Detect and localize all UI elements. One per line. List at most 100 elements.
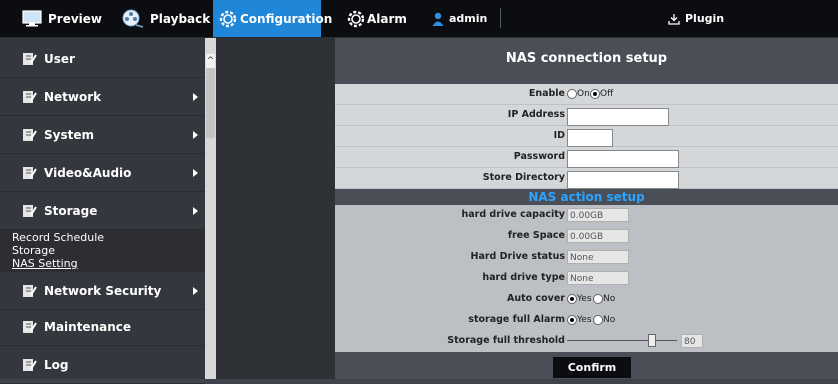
sidebar: User Network System Video&Audio Storage …: [0, 38, 216, 384]
row-auto-cover: Auto cover Yes No: [335, 289, 838, 310]
plugin-button[interactable]: Plugin: [668, 0, 724, 37]
enable-label: Enable: [528, 88, 565, 99]
nas-connection-title: NAS connection setup: [505, 51, 668, 66]
row-id: ID: [335, 126, 838, 147]
sidebar-item-network-security[interactable]: Network Security: [0, 272, 205, 310]
content-left-gutter: [216, 38, 335, 379]
tab-configuration-label: Configuration: [240, 11, 333, 26]
chevron-right-icon: [193, 169, 198, 177]
tab-playback[interactable]: Playback: [122, 0, 210, 37]
sidebar-item-label: Network Security: [44, 283, 162, 298]
id-input[interactable]: [567, 129, 613, 147]
password-input[interactable]: [567, 150, 679, 168]
user-menu[interactable]: admin: [432, 0, 487, 37]
password-label: Password: [513, 151, 565, 162]
main-content: NAS connection setup Enable On Off IP Ad…: [216, 38, 838, 379]
free-space-value: 0.00GB: [567, 229, 629, 243]
download-icon: [668, 13, 680, 25]
enable-on-radio[interactable]: [567, 89, 577, 99]
sidebar-scrollbar[interactable]: ^: [205, 38, 216, 379]
gear-icon: [219, 10, 237, 28]
threshold-slider-thumb[interactable]: [648, 334, 656, 347]
enable-on-label: On: [577, 89, 590, 99]
tab-configuration[interactable]: Configuration: [213, 0, 332, 37]
scroll-up-icon[interactable]: ^: [206, 54, 215, 68]
full-alarm-no-label: No: [603, 315, 616, 325]
sidebar-item-storage[interactable]: Storage: [0, 192, 205, 230]
drive-status-label: Hard Drive status: [470, 251, 566, 262]
threshold-label: Storage full threshold: [447, 335, 565, 346]
capacity-value: 0.00GB: [567, 208, 629, 222]
threshold-value[interactable]: 80: [681, 334, 703, 348]
row-drive-type: hard drive type None: [335, 268, 838, 289]
sidebar-item-label: Storage: [44, 203, 98, 218]
sidebar-item-label: Network: [44, 89, 102, 104]
ip-address-label: IP Address: [507, 109, 565, 120]
confirm-button[interactable]: Confirm: [553, 357, 631, 378]
drive-type-label: hard drive type: [482, 272, 565, 283]
free-space-label: free Space: [507, 230, 565, 241]
row-threshold: Storage full threshold 80: [335, 331, 838, 352]
edit-document-icon: [23, 321, 37, 333]
full-alarm-label: storage full Alarm: [468, 314, 565, 325]
submenu-nas-setting[interactable]: NAS Setting: [12, 257, 78, 270]
tab-playback-label: Playback: [150, 11, 211, 26]
storage-submenu: Record Schedule Storage NAS Setting: [0, 230, 205, 272]
drive-type-value: None: [567, 271, 629, 285]
enable-off-radio[interactable]: [590, 89, 600, 99]
edit-document-icon: [23, 285, 37, 297]
auto-cover-no-label: No: [603, 294, 616, 304]
edit-document-icon: [23, 53, 37, 65]
id-label: ID: [553, 130, 565, 141]
plugin-label: Plugin: [685, 12, 725, 25]
auto-cover-yes-label: Yes: [577, 294, 592, 304]
scrollbar-thumb[interactable]: [206, 68, 215, 138]
row-ip-address: IP Address: [335, 105, 838, 126]
row-drive-status: Hard Drive status None: [335, 247, 838, 268]
user-icon: [432, 12, 444, 26]
ip-address-input[interactable]: [567, 108, 669, 126]
sidebar-item-log[interactable]: Log: [0, 346, 205, 384]
edit-document-icon: [23, 205, 37, 217]
submenu-storage[interactable]: Storage: [12, 244, 55, 257]
sidebar-item-label: Maintenance: [44, 319, 132, 334]
tab-alarm[interactable]: Alarm: [347, 0, 407, 37]
drive-status-value: None: [567, 250, 629, 264]
row-capacity: hard drive capacity 0.00GB: [335, 205, 838, 226]
topbar-divider: [500, 8, 501, 28]
alarm-gear-icon: [347, 10, 365, 28]
threshold-slider-track[interactable]: [567, 340, 677, 341]
auto-cover-yes-radio[interactable]: [567, 294, 577, 304]
edit-document-icon: [23, 91, 37, 103]
sidebar-item-label: Video&Audio: [44, 165, 132, 180]
store-directory-label: Store Directory: [482, 172, 565, 183]
tab-preview-label: Preview: [48, 11, 103, 26]
chevron-right-icon: [193, 93, 198, 101]
chevron-right-icon: [193, 131, 198, 139]
row-free-space: free Space 0.00GB: [335, 226, 838, 247]
full-alarm-yes-label: Yes: [577, 315, 592, 325]
full-alarm-no-radio[interactable]: [593, 315, 603, 325]
edit-document-icon: [23, 129, 37, 141]
nas-action-title: NAS action setup: [335, 189, 838, 205]
sidebar-item-user[interactable]: User: [0, 40, 205, 78]
row-full-alarm: storage full Alarm Yes No: [335, 310, 838, 331]
username-label: admin: [449, 12, 488, 25]
film-reel-icon: [122, 9, 144, 29]
capacity-label: hard drive capacity: [461, 209, 565, 220]
nas-settings-panel: NAS connection setup Enable On Off IP Ad…: [335, 38, 838, 379]
chevron-right-icon: [193, 207, 198, 215]
sidebar-item-system[interactable]: System: [0, 116, 205, 154]
tab-preview[interactable]: Preview: [22, 0, 102, 37]
sidebar-item-label: System: [44, 127, 94, 142]
submenu-record-schedule[interactable]: Record Schedule: [12, 231, 104, 244]
full-alarm-yes-radio[interactable]: [567, 315, 577, 325]
sidebar-item-network[interactable]: Network: [0, 78, 205, 116]
sidebar-item-maintenance[interactable]: Maintenance: [0, 308, 205, 346]
auto-cover-label: Auto cover: [507, 293, 565, 304]
store-directory-input[interactable]: [567, 171, 679, 189]
sidebar-item-label: Log: [44, 357, 69, 372]
sidebar-item-video-audio[interactable]: Video&Audio: [0, 154, 205, 192]
auto-cover-no-radio[interactable]: [593, 294, 603, 304]
monitor-icon: [22, 10, 42, 27]
